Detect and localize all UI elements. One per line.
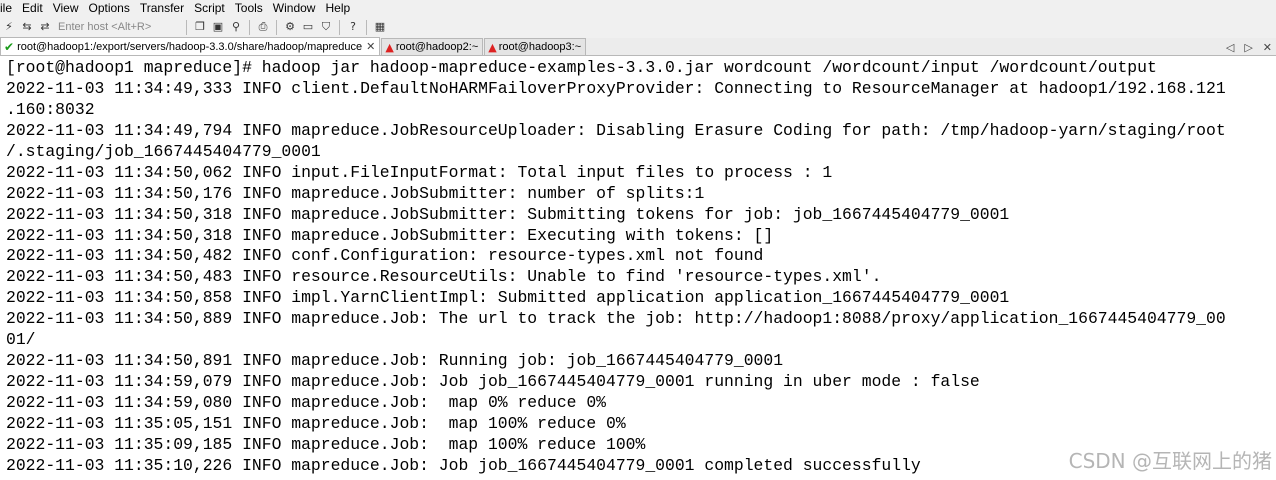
close-tab-icon[interactable]: ✕: [366, 40, 375, 53]
toolbar-separator: [366, 19, 367, 35]
menu-edit[interactable]: Edit: [18, 0, 49, 16]
menu-help[interactable]: Help: [321, 0, 356, 16]
tab-label: root@hadoop3:~: [498, 41, 582, 53]
terminal-line: 2022-11-03 11:34:49,333 INFO client.Defa…: [6, 78, 1226, 98]
tab-hadoop2[interactable]: ▲ root@hadoop2:~: [381, 38, 484, 55]
terminal-line: .160:8032: [6, 99, 95, 119]
terminal-line: 2022-11-03 11:34:59,079 INFO mapreduce.J…: [6, 372, 980, 392]
terminal-line: 2022-11-03 11:35:10,226 INFO mapreduce.J…: [6, 455, 921, 475]
terminal-line: /.staging/job_1667445404779_0001: [6, 141, 321, 161]
scroll-right-icon[interactable]: ▷: [1244, 41, 1252, 54]
terminal-line: 01/: [6, 330, 36, 350]
close-session-icon[interactable]: ✕: [1263, 41, 1272, 54]
watermark: CSDN @互联网上的猪: [1068, 449, 1272, 473]
menu-bar: ile Edit View Options Transfer Script To…: [0, 0, 1276, 16]
terminal-line: 2022-11-03 11:34:59,080 INFO mapreduce.J…: [6, 393, 606, 412]
connect-icon[interactable]: ⚡: [2, 20, 16, 34]
tab-controls: ◁ ▷ ✕: [1216, 38, 1272, 56]
toolbar-separator: [249, 19, 250, 35]
terminal-line: 2022-11-03 11:35:05,151 INFO mapreduce.J…: [6, 413, 626, 433]
print-icon[interactable]: ⎙: [256, 20, 270, 34]
terminal-line: 2022-11-03 11:34:50,482 INFO conf.Config…: [6, 246, 764, 266]
keymap-icon[interactable]: ▭: [301, 20, 315, 34]
terminal-line: 2022-11-03 11:34:50,176 INFO mapreduce.J…: [6, 183, 705, 203]
paste-icon[interactable]: ▣: [211, 20, 225, 34]
terminal-line: 2022-11-03 11:34:50,062 INFO input.FileI…: [6, 162, 833, 182]
terminal-line: [root@hadoop1 mapreduce]# hadoop jar had…: [6, 58, 1157, 77]
tab-hadoop3[interactable]: ▲ root@hadoop3:~: [484, 38, 587, 55]
menu-transfer[interactable]: Transfer: [136, 0, 190, 16]
menu-options[interactable]: Options: [85, 0, 136, 16]
menu-window[interactable]: Window: [269, 0, 322, 16]
terminal-lines: [root@hadoop1 mapreduce]# hadoop jar had…: [6, 58, 1226, 477]
terminal-output[interactable]: [root@hadoop1 mapreduce]# hadoop jar had…: [0, 57, 1276, 480]
session-tab-bar: ✔ root@hadoop1:/export/servers/hadoop-3.…: [0, 37, 1276, 56]
settings-icon[interactable]: ⚙: [283, 20, 297, 34]
toolbar-separator: [276, 19, 277, 35]
menu-script[interactable]: Script: [190, 0, 231, 16]
disconnected-warning-icon: ▲: [488, 40, 497, 54]
menu-view[interactable]: View: [49, 0, 85, 16]
copy-icon[interactable]: ❐: [193, 20, 207, 34]
terminal-line: 2022-11-03 11:34:50,483 INFO resource.Re…: [6, 267, 882, 287]
reconnect-icon[interactable]: ⇆: [20, 20, 34, 34]
help-icon[interactable]: ?: [346, 20, 360, 34]
terminal-line: 2022-11-03 11:34:50,318 INFO mapreduce.J…: [6, 204, 1010, 224]
filter-icon[interactable]: ⛉: [319, 20, 333, 34]
terminal-line: 2022-11-03 11:34:50,318 INFO mapreduce.J…: [6, 225, 774, 245]
terminal-line: 2022-11-03 11:34:49,794 INFO mapreduce.J…: [6, 120, 1226, 140]
terminal-line: 2022-11-03 11:34:50,858 INFO impl.YarnCl…: [6, 288, 1010, 308]
terminal-line: 2022-11-03 11:34:50,891 INFO mapreduce.J…: [6, 351, 784, 371]
tab-label: root@hadoop1:/export/servers/hadoop-3.3.…: [17, 40, 363, 53]
scroll-left-icon[interactable]: ◁: [1226, 41, 1234, 54]
menu-tools[interactable]: Tools: [231, 0, 269, 16]
terminal-line: 2022-11-03 11:34:50,889 INFO mapreduce.J…: [6, 309, 1226, 329]
find-icon[interactable]: ⚲: [229, 20, 243, 34]
tab-label: root@hadoop2:~: [395, 41, 479, 53]
tab-hadoop1[interactable]: ✔ root@hadoop1:/export/servers/hadoop-3.…: [0, 37, 381, 55]
toolbar: ⚡ ⇆ ⇄ Enter host <Alt+R> ❐ ▣ ⚲ ⎙ ⚙ ▭ ⛉ ?…: [0, 16, 1276, 38]
toolbar-separator: [186, 19, 187, 35]
quick-connect-icon[interactable]: ⇄: [38, 20, 52, 34]
connected-check-icon: ✔: [4, 39, 15, 54]
disconnected-warning-icon: ▲: [385, 40, 394, 54]
host-input[interactable]: Enter host <Alt+R>: [54, 19, 182, 35]
toolbar-separator: [339, 19, 340, 35]
sftp-icon[interactable]: ▦: [373, 20, 387, 34]
menu-file[interactable]: ile: [0, 0, 18, 16]
terminal-line: 2022-11-03 11:35:09,185 INFO mapreduce.J…: [6, 434, 646, 454]
